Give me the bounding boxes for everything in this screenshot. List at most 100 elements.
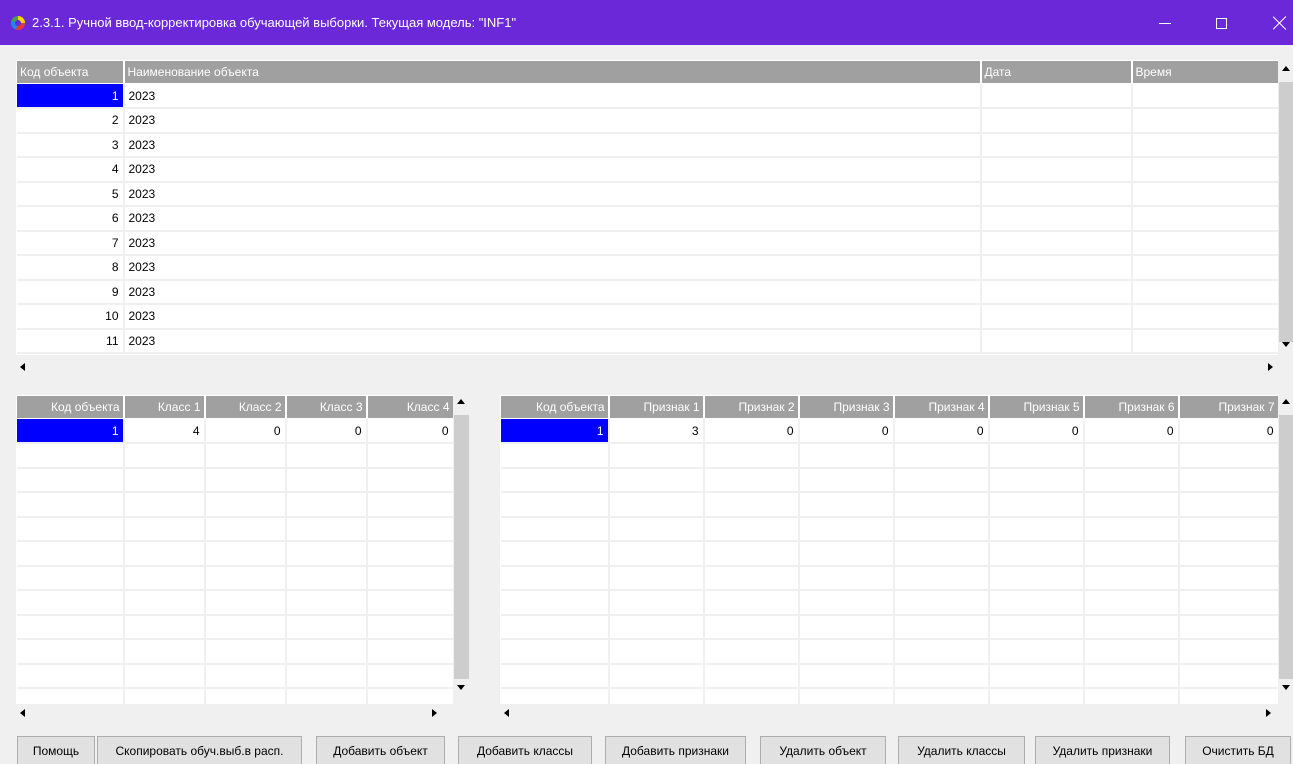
feature-cell[interactable]: 0 <box>988 418 1085 444</box>
feature-cell[interactable] <box>703 565 800 591</box>
class-cell[interactable] <box>123 614 206 640</box>
class-cell[interactable] <box>285 492 368 518</box>
scroll-left-arrow-icon[interactable] <box>20 363 25 371</box>
class-cell[interactable] <box>16 565 125 591</box>
scroll-up-arrow-icon[interactable] <box>1282 66 1290 71</box>
table-row[interactable]: 6 2023 <box>16 206 1278 232</box>
feature-cell[interactable] <box>1083 565 1180 591</box>
feature-cell[interactable] <box>500 639 610 665</box>
class-cell[interactable] <box>204 443 287 469</box>
class-col-header[interactable]: Класс 1 <box>123 395 206 419</box>
class-cell[interactable] <box>123 639 206 665</box>
class-cell[interactable] <box>366 443 453 469</box>
feature-cell[interactable] <box>988 443 1085 469</box>
add-features-button[interactable]: Добавить признаки <box>605 736 746 764</box>
table-row[interactable] <box>500 614 1278 640</box>
object-name-cell[interactable]: 2023 <box>123 132 982 158</box>
feature-col-header[interactable]: Код объекта <box>500 395 610 419</box>
class-cell[interactable] <box>204 688 287 704</box>
scroll-thumb[interactable] <box>1279 82 1293 342</box>
scroll-up-arrow-icon[interactable] <box>457 399 465 404</box>
table-row[interactable] <box>16 516 453 542</box>
scroll-thumb[interactable] <box>1279 415 1293 679</box>
object-name-cell[interactable]: 2023 <box>123 83 982 109</box>
col-header-time[interactable]: Время <box>1131 60 1278 84</box>
class-cell[interactable] <box>204 590 287 616</box>
table-row[interactable]: 5 2023 <box>16 181 1278 207</box>
objects-hscrollbar[interactable] <box>16 358 1278 375</box>
features-grid[interactable]: Код объекта Признак 1 Признак 2 Признак 3 Пр… <box>500 395 1278 704</box>
class-cell[interactable] <box>123 467 206 493</box>
delete-features-button[interactable]: Удалить признаки <box>1035 736 1170 764</box>
date-cell[interactable] <box>980 132 1133 158</box>
time-cell[interactable] <box>1131 328 1278 354</box>
feature-cell[interactable] <box>893 590 990 616</box>
table-row[interactable] <box>16 663 453 689</box>
date-cell[interactable] <box>980 304 1133 330</box>
table-row[interactable]: 4 2023 <box>16 157 1278 183</box>
feature-cell[interactable] <box>988 663 1085 689</box>
scroll-right-arrow-icon[interactable] <box>1266 709 1271 717</box>
feature-cell[interactable] <box>1178 663 1278 689</box>
date-cell[interactable] <box>980 279 1133 305</box>
object-code-cell[interactable]: 10 <box>16 304 125 330</box>
date-cell[interactable] <box>980 108 1133 134</box>
feature-cell[interactable]: 1 <box>500 418 610 444</box>
table-row[interactable] <box>500 663 1278 689</box>
object-code-cell[interactable]: 8 <box>16 255 125 281</box>
class-cell[interactable] <box>366 541 453 567</box>
table-row[interactable]: 3 2023 <box>16 132 1278 158</box>
table-row[interactable] <box>16 492 453 518</box>
scroll-up-arrow-icon[interactable] <box>1282 399 1290 404</box>
feature-cell[interactable] <box>500 590 610 616</box>
feature-cell[interactable] <box>500 516 610 542</box>
scroll-left-arrow-icon[interactable] <box>504 709 509 717</box>
time-cell[interactable] <box>1131 206 1278 232</box>
feature-cell[interactable] <box>703 492 800 518</box>
time-cell[interactable] <box>1131 132 1278 158</box>
class-cell[interactable] <box>285 614 368 640</box>
table-row[interactable] <box>500 565 1278 591</box>
class-cell[interactable] <box>204 467 287 493</box>
feature-col-header[interactable]: Признак 2 <box>703 395 800 419</box>
date-cell[interactable] <box>980 255 1133 281</box>
feature-cell[interactable] <box>798 541 895 567</box>
time-cell[interactable] <box>1131 230 1278 256</box>
class-cell[interactable] <box>123 565 206 591</box>
feature-cell[interactable]: 0 <box>703 418 800 444</box>
feature-cell[interactable] <box>608 541 705 567</box>
class-cell[interactable] <box>285 516 368 542</box>
time-cell[interactable] <box>1131 255 1278 281</box>
table-row[interactable] <box>16 614 453 640</box>
class-cell[interactable]: 0 <box>366 418 453 444</box>
feature-cell[interactable]: 3 <box>608 418 705 444</box>
feature-cell[interactable] <box>1178 541 1278 567</box>
feature-cell[interactable] <box>608 639 705 665</box>
class-cell[interactable] <box>123 663 206 689</box>
object-name-cell[interactable]: 2023 <box>123 328 982 354</box>
feature-cell[interactable] <box>988 590 1085 616</box>
clear-db-button[interactable]: Очистить БД <box>1185 736 1291 764</box>
class-cell[interactable] <box>204 492 287 518</box>
class-cell[interactable] <box>366 467 453 493</box>
table-row[interactable] <box>16 590 453 616</box>
class-col-header[interactable]: Класс 4 <box>366 395 453 419</box>
class-cell[interactable] <box>204 541 287 567</box>
class-cell[interactable] <box>366 614 453 640</box>
feature-cell[interactable] <box>1178 639 1278 665</box>
table-row[interactable]: 1 2023 <box>16 83 1278 109</box>
class-cell[interactable] <box>123 541 206 567</box>
feature-cell[interactable]: 0 <box>1083 418 1180 444</box>
class-cell[interactable] <box>16 443 125 469</box>
features-vscrollbar[interactable] <box>1278 395 1293 704</box>
object-name-cell[interactable]: 2023 <box>123 230 982 256</box>
class-cell[interactable] <box>366 639 453 665</box>
table-row[interactable] <box>500 443 1278 469</box>
time-cell[interactable] <box>1131 304 1278 330</box>
feature-cell[interactable] <box>988 688 1085 704</box>
table-row[interactable] <box>500 590 1278 616</box>
maximize-button[interactable] <box>1206 9 1236 37</box>
object-code-cell[interactable]: 11 <box>16 328 125 354</box>
feature-cell[interactable] <box>608 590 705 616</box>
feature-cell[interactable] <box>1083 467 1180 493</box>
